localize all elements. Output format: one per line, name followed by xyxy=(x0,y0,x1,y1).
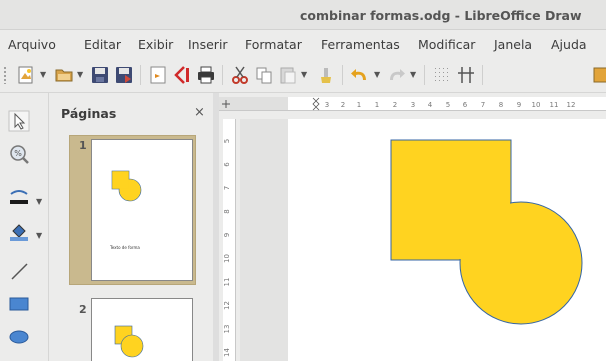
ruler-label: 7 xyxy=(223,186,231,190)
svg-text:%: % xyxy=(14,149,22,158)
thumbnail-text: Texto de forma xyxy=(110,245,140,250)
drawing-page[interactable] xyxy=(288,119,606,361)
pages-panel-title: Páginas xyxy=(61,106,117,121)
ruler-label: 13 xyxy=(223,325,231,334)
paste-dropdown-icon[interactable]: ▼ xyxy=(301,70,307,79)
zoom-icon[interactable]: % xyxy=(8,143,30,165)
grid-icon[interactable] xyxy=(432,65,452,85)
ruler-label: 3 xyxy=(325,101,329,109)
ruler-label: 8 xyxy=(499,101,503,109)
menu-modificar[interactable]: Modificar xyxy=(418,37,475,52)
redo-icon[interactable] xyxy=(386,65,406,85)
line-color-icon[interactable] xyxy=(8,186,30,208)
pages-panel: Páginas × 1 Texto de forma 2 xyxy=(49,93,213,361)
export-icon[interactable] xyxy=(114,65,134,85)
ruler-label: 2 xyxy=(341,101,345,109)
fill-color-dropdown-icon[interactable]: ▼ xyxy=(36,231,42,240)
export-directly-pdf-icon[interactable] xyxy=(172,65,192,85)
print-icon[interactable] xyxy=(196,65,216,85)
new-document-icon[interactable] xyxy=(16,65,36,85)
menu-arquivo[interactable]: Arquivo xyxy=(8,37,56,52)
ruler-label: 7 xyxy=(481,101,485,109)
vertical-ruler[interactable]: 5 6 7 8 9 10 11 12 13 14 xyxy=(219,119,240,361)
ruler-label: 11 xyxy=(550,101,559,109)
horizontal-ruler[interactable]: 3 2 1 1 2 3 4 5 6 7 8 9 10 11 12 xyxy=(219,93,606,119)
thumbnail-shape xyxy=(114,325,144,358)
ruler-label: 10 xyxy=(532,101,541,109)
copy-icon[interactable] xyxy=(254,65,274,85)
ruler-label: 3 xyxy=(411,101,415,109)
menu-inserir[interactable]: Inserir xyxy=(188,37,228,52)
ruler-label: 14 xyxy=(223,348,231,357)
close-icon[interactable]: × xyxy=(194,105,205,120)
undo-icon[interactable] xyxy=(350,65,370,85)
toolbar-separator xyxy=(482,65,483,85)
menu-formatar[interactable]: Formatar xyxy=(245,37,302,52)
menu-exibir[interactable]: Exibir xyxy=(138,37,173,52)
page-thumbnail-2[interactable] xyxy=(91,298,193,361)
horizontal-ruler-ticks: 3 2 1 1 2 3 4 5 6 7 8 9 10 11 12 xyxy=(219,97,606,111)
ruler-label: 6 xyxy=(223,162,231,167)
ruler-label: 1 xyxy=(357,101,361,109)
export-pdf-icon[interactable] xyxy=(148,65,168,85)
ruler-label: 2 xyxy=(393,101,397,109)
drawing-workspace[interactable] xyxy=(240,119,606,361)
ruler-label: 12 xyxy=(567,101,576,109)
image-icon[interactable] xyxy=(592,65,606,85)
new-dropdown-icon[interactable]: ▼ xyxy=(40,70,46,79)
toolbar-separator xyxy=(342,65,343,85)
page-thumbnail-1[interactable]: Texto de forma xyxy=(91,139,193,281)
menu-bar: Arquivo Editar Exibir Inserir Formatar F… xyxy=(0,30,606,57)
ruler-label: 5 xyxy=(223,139,231,143)
page-number-2: 2 xyxy=(79,303,87,316)
title-bar: combinar formas.odg - LibreOffice Draw xyxy=(0,0,606,30)
undo-dropdown-icon[interactable]: ▼ xyxy=(374,70,380,79)
open-dropdown-icon[interactable]: ▼ xyxy=(77,70,83,79)
clone-formatting-icon[interactable] xyxy=(316,65,336,85)
redo-dropdown-icon[interactable]: ▼ xyxy=(410,70,416,79)
toolbar-grip-icon[interactable] xyxy=(3,66,7,84)
window-title: combinar formas.odg - LibreOffice Draw xyxy=(300,8,582,23)
ruler-label: 9 xyxy=(223,233,231,237)
ruler-label: 1 xyxy=(375,101,379,109)
thumbnail-shape xyxy=(111,170,142,202)
page-number-1: 1 xyxy=(79,139,87,152)
ruler-label: 9 xyxy=(517,101,521,109)
drawing-toolbar: % ▼ ▼ xyxy=(0,93,49,361)
line-color-dropdown-icon[interactable]: ▼ xyxy=(36,197,42,206)
toolbar-separator xyxy=(140,65,141,85)
rectangle-tool-icon[interactable] xyxy=(8,293,30,315)
ruler-label: 8 xyxy=(223,209,231,213)
save-icon[interactable] xyxy=(90,65,110,85)
menu-ajuda[interactable]: Ajuda xyxy=(551,37,587,52)
ruler-label: 11 xyxy=(223,278,231,287)
combined-shape[interactable] xyxy=(288,119,606,361)
open-folder-icon[interactable] xyxy=(54,65,74,85)
cut-icon[interactable] xyxy=(230,65,250,85)
ruler-label: 5 xyxy=(446,101,450,109)
paste-icon[interactable] xyxy=(278,65,298,85)
ruler-label: 10 xyxy=(223,254,231,263)
toolbar-separator xyxy=(424,65,425,85)
ruler-label: 4 xyxy=(428,101,433,109)
toolbar-separator xyxy=(222,65,223,85)
standard-toolbar: ▼ ▼ ▼ ▼ ▼ xyxy=(0,57,606,93)
ruler-label: 6 xyxy=(463,101,468,109)
menu-janela[interactable]: Janela xyxy=(494,37,532,52)
helplines-icon[interactable] xyxy=(456,65,476,85)
fill-color-icon[interactable] xyxy=(8,220,30,242)
ellipse-tool-icon[interactable] xyxy=(8,326,30,348)
menu-editar[interactable]: Editar xyxy=(84,37,121,52)
vertical-ruler-ticks: 5 6 7 8 9 10 11 12 13 14 xyxy=(223,119,236,361)
select-arrow-icon[interactable] xyxy=(8,110,30,132)
ruler-label: 12 xyxy=(223,301,231,310)
menu-ferramentas[interactable]: Ferramentas xyxy=(321,37,400,52)
line-tool-icon[interactable] xyxy=(8,260,30,282)
